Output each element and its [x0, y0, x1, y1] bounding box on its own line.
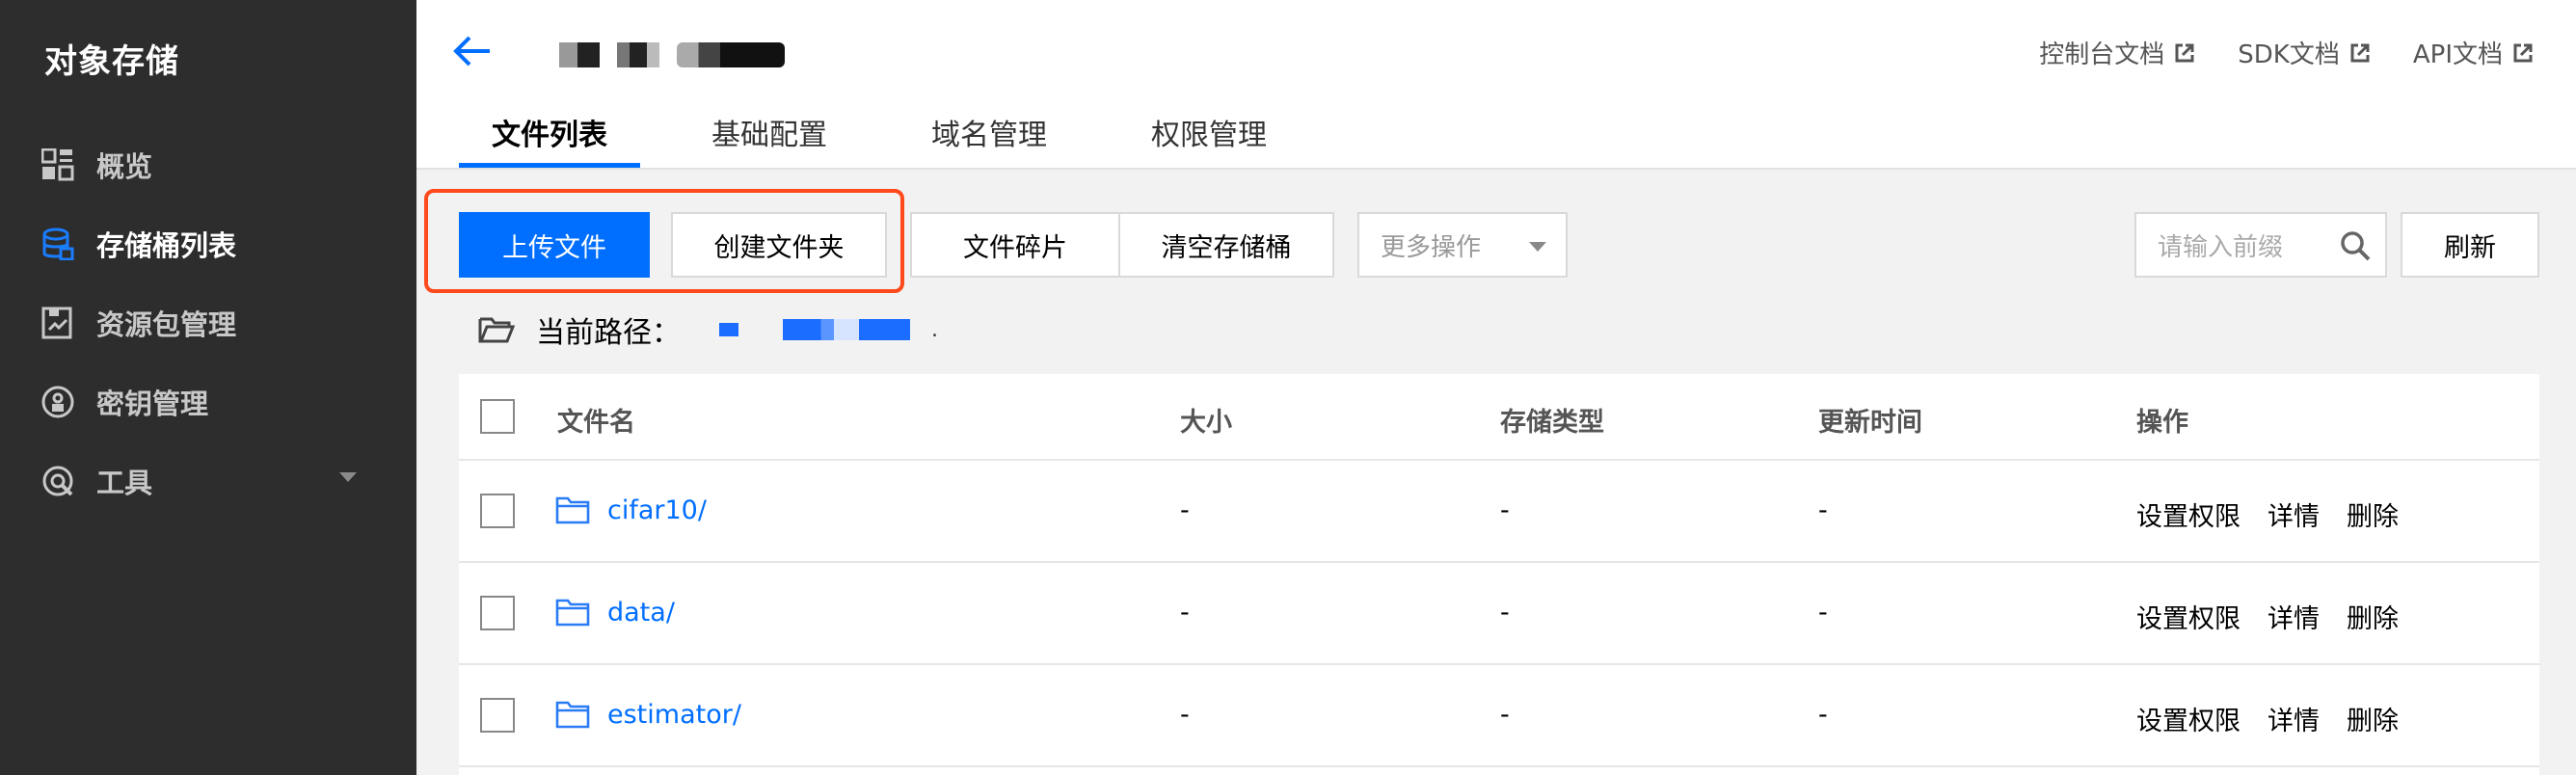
external-link-icon	[2350, 43, 2370, 62]
sidebar-item-tools[interactable]: 工具	[40, 457, 152, 505]
column-header-actions: 操作	[2136, 408, 2188, 438]
sidebar-item-bucket-list[interactable]: 存储桶列表	[40, 220, 236, 268]
bucket-tabs: 文件列表 基础配置 域名管理 权限管理	[459, 114, 1300, 168]
file-table: 文件名 大小 存储类型 更新时间 操作 cifar10/ - - - 设置权限 …	[459, 374, 2539, 775]
sidebar-item-label: 资源包管理	[96, 308, 237, 341]
bucket-list-icon	[40, 227, 75, 261]
back-arrow-icon[interactable]	[453, 35, 492, 67]
column-header-updated: 更新时间	[1818, 408, 1922, 438]
delete-link[interactable]: 删除	[2347, 598, 2399, 635]
caret-down-icon	[1529, 242, 1546, 252]
console-doc-link[interactable]: 控制台文档	[2039, 35, 2195, 70]
column-header-name: 文件名	[557, 408, 635, 438]
file-storage-class: -	[1500, 598, 1510, 628]
row-checkbox[interactable]	[480, 698, 515, 733]
current-path: 当前路径： .	[478, 308, 938, 351]
file-fragments-button[interactable]: 文件碎片	[910, 212, 1120, 278]
api-doc-link[interactable]: API文档	[2413, 35, 2534, 70]
delete-link[interactable]: 删除	[2347, 495, 2399, 533]
doc-links: 控制台文档 SDK文档 API文档	[2039, 35, 2534, 70]
file-size: -	[1180, 598, 1190, 628]
prefix-search-input[interactable]: 请输入前缀	[2134, 212, 2387, 278]
folder-icon	[555, 701, 590, 729]
key-management-icon	[40, 385, 75, 419]
file-name-link[interactable]: estimator/	[607, 700, 741, 730]
chevron-down-icon[interactable]	[339, 472, 357, 482]
folder-icon	[555, 496, 590, 524]
set-permission-link[interactable]: 设置权限	[2136, 598, 2241, 635]
sidebar-item-key-management[interactable]: 密钥管理	[40, 378, 208, 426]
delete-link[interactable]: 删除	[2347, 700, 2399, 737]
table-row: estimator/ - - - 设置权限 详情 删除	[459, 665, 2539, 767]
tools-icon	[40, 464, 75, 498]
tab-basic-config[interactable]: 基础配置	[679, 114, 860, 168]
create-folder-button[interactable]: 创建文件夹	[671, 212, 887, 278]
refresh-button[interactable]: 刷新	[2401, 212, 2539, 278]
overview-grid-icon	[40, 147, 75, 182]
sidebar-item-overview[interactable]: 概览	[40, 141, 152, 189]
select-all-checkbox[interactable]	[480, 399, 515, 434]
clear-bucket-button[interactable]: 清空存储桶	[1118, 212, 1334, 278]
table-row: data/ - - - 设置权限 详情 删除	[459, 563, 2539, 665]
search-icon[interactable]	[2339, 229, 2372, 262]
sidebar-item-label: 概览	[96, 150, 153, 183]
details-link[interactable]: 详情	[2267, 700, 2320, 737]
sidebar-item-label: 存储桶列表	[96, 229, 237, 262]
file-updated-time: -	[1818, 495, 1828, 525]
tab-file-list[interactable]: 文件列表	[459, 114, 640, 168]
sidebar-item-resource-package[interactable]: 资源包管理	[40, 299, 236, 347]
sidebar-item-label: 工具	[96, 467, 153, 499]
upload-file-button[interactable]: 上传文件	[459, 212, 650, 278]
file-size: -	[1180, 700, 1190, 730]
table-header: 文件名 大小 存储类型 更新时间 操作	[459, 374, 2539, 461]
details-link[interactable]: 详情	[2267, 598, 2320, 635]
tab-permission-management[interactable]: 权限管理	[1118, 114, 1300, 168]
column-header-size: 大小	[1180, 408, 1232, 438]
tab-domain-management[interactable]: 域名管理	[899, 114, 1080, 168]
sdk-doc-link[interactable]: SDK文档	[2238, 35, 2371, 70]
details-link[interactable]: 详情	[2267, 495, 2320, 533]
row-checkbox[interactable]	[480, 596, 515, 630]
file-storage-class: -	[1500, 700, 1510, 730]
table-row: cifar10/ - - - 设置权限 详情 删除	[459, 461, 2539, 563]
path-redacted: .	[719, 318, 938, 342]
row-checkbox[interactable]	[480, 494, 515, 528]
sidebar: 对象存储 概览 存储桶列表 资源包管理 密钥管理 工具	[0, 0, 416, 775]
app-title: 对象存储	[44, 42, 179, 81]
file-size: -	[1180, 495, 1190, 525]
folder-open-icon	[478, 317, 515, 343]
sidebar-item-label: 密钥管理	[96, 388, 209, 420]
column-header-storage-class: 存储类型	[1500, 408, 1604, 438]
resource-package-icon	[40, 306, 75, 340]
folder-icon	[555, 599, 590, 627]
file-name-link[interactable]: cifar10/	[607, 495, 707, 525]
external-link-icon	[2513, 43, 2533, 62]
set-permission-link[interactable]: 设置权限	[2136, 495, 2241, 533]
file-updated-time: -	[1818, 598, 1828, 628]
page-header: 控制台文档 SDK文档 API文档 文件列表 基础配置 域名管理 权限管理	[416, 0, 2576, 170]
external-link-icon	[2175, 43, 2194, 62]
file-name-link[interactable]: data/	[607, 598, 675, 628]
more-actions-dropdown[interactable]: 更多操作	[1357, 212, 1568, 278]
file-storage-class: -	[1500, 495, 1510, 525]
file-updated-time: -	[1818, 700, 1828, 730]
set-permission-link[interactable]: 设置权限	[2136, 700, 2241, 737]
bucket-name-redacted	[559, 37, 785, 73]
